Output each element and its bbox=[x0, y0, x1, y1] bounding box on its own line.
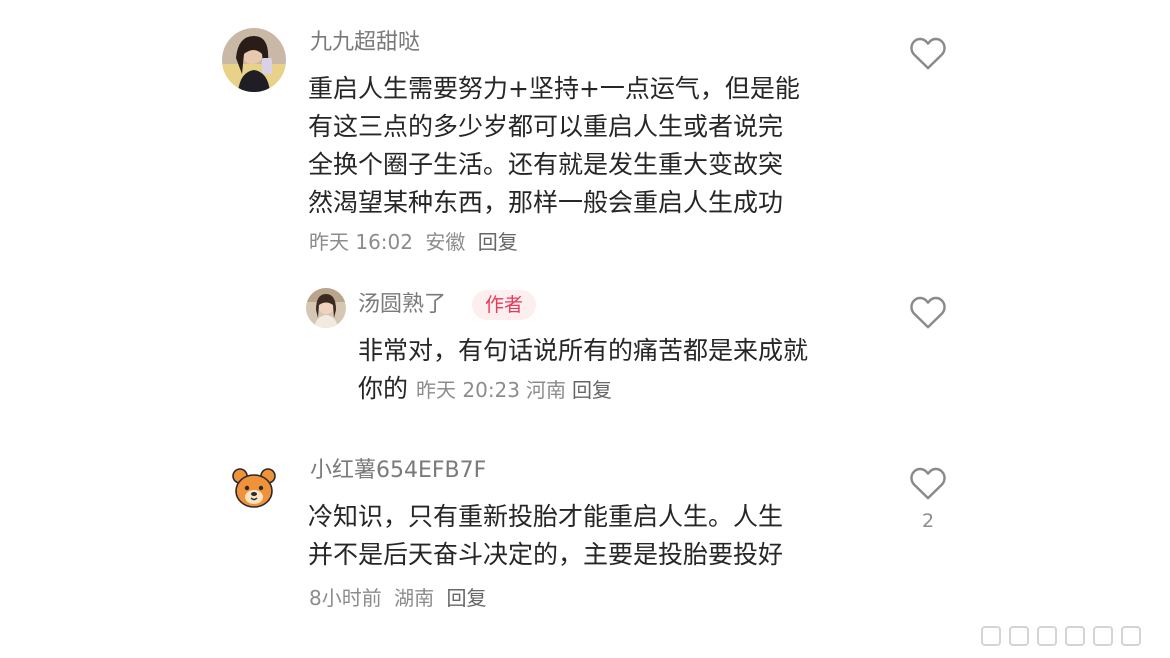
comment-text: 冷知识，只有重新投胎才能重启人生。人生 并不是后天奋斗决定的，主要是投胎要投好 bbox=[308, 498, 783, 574]
reply-button[interactable]: 回复 bbox=[446, 586, 486, 610]
comment-text-line: 非常对，有句话说所有的痛苦都是来成就 bbox=[358, 336, 809, 365]
comment-location: 湖南 bbox=[394, 586, 435, 610]
comment-text-tail: 你的 bbox=[358, 374, 409, 403]
heart-outline-icon bbox=[910, 296, 946, 329]
reply-meta: 昨天 20:23 河南 回复 bbox=[416, 378, 618, 402]
comment-text-line: 重启人生需要努力+坚持+一点运气，但是能 bbox=[308, 74, 800, 103]
weibo-watermark-icon bbox=[981, 626, 1141, 646]
watermark-logo bbox=[980, 624, 1156, 648]
comment-text-line: 有这三点的多少岁都可以重启人生或者说完 bbox=[308, 112, 784, 141]
author-badge: 作者 bbox=[472, 290, 537, 320]
comment-item: 小红薯654EFB7F 冷知识，只有重新投胎才能重启人生。人生 并不是后天奋斗决… bbox=[0, 440, 1170, 620]
comment-text-line: 你的 昨天 20:23 河南 回复 bbox=[358, 370, 808, 409]
comment-username[interactable]: 九九超甜哒 bbox=[310, 28, 420, 58]
comment-text-line: 并不是后天奋斗决定的，主要是投胎要投好 bbox=[308, 540, 784, 569]
reply-text: 非常对，有句话说所有的痛苦都是来成就 你的 昨天 20:23 河南 回复 bbox=[358, 332, 808, 409]
reply-username[interactable]: 汤圆熟了 bbox=[358, 290, 446, 320]
comment-time: 8小时前 bbox=[309, 586, 382, 610]
like-button[interactable] bbox=[909, 467, 947, 501]
avatar[interactable] bbox=[222, 456, 286, 520]
comment-meta: 昨天 16:02 安徽 回复 bbox=[309, 228, 524, 256]
reply-item: 汤圆熟了 作者 非常对，有句话说所有的痛苦都是来成就 你的 昨天 20:23 河南回… bbox=[0, 280, 1170, 410]
like-button[interactable] bbox=[909, 37, 947, 71]
like-count: 2 bbox=[921, 510, 935, 532]
heart-outline-icon bbox=[910, 37, 946, 70]
bear-avatar-icon bbox=[222, 456, 286, 520]
comment-time: 昨天 20:23 bbox=[416, 378, 521, 402]
avatar[interactable] bbox=[306, 288, 346, 328]
comment-text-line: 全换个圈子生活。还有就是发生重大变故突 bbox=[308, 150, 784, 179]
comment-text: 重启人生需要努力+坚持+一点运气，但是能 有这三点的多少岁都可以重启人生或者说完… bbox=[308, 70, 800, 222]
comments-page: 九九超甜哒 重启人生需要努力+坚持+一点运气，但是能 有这三点的多少岁都可以重启… bbox=[0, 0, 1170, 658]
reply-button[interactable]: 回复 bbox=[478, 230, 518, 254]
comment-username[interactable]: 小红薯654EFB7F bbox=[310, 456, 486, 486]
comment-location: 安徽 bbox=[425, 230, 466, 254]
comment-location: 河南 bbox=[526, 378, 567, 402]
avatar[interactable] bbox=[222, 28, 286, 92]
comment-time: 昨天 16:02 bbox=[309, 230, 413, 254]
heart-outline-icon bbox=[910, 467, 946, 500]
comment-text-line: 然渴望某种东西，那样一般会重启人生成功 bbox=[308, 188, 784, 217]
like-button[interactable] bbox=[909, 296, 947, 330]
comment-meta: 8小时前 湖南 回复 bbox=[309, 584, 492, 612]
comment-item: 九九超甜哒 重启人生需要努力+坚持+一点运气，但是能 有这三点的多少岁都可以重启… bbox=[0, 0, 1170, 260]
reply-button[interactable]: 回复 bbox=[572, 378, 612, 402]
comment-text-line: 冷知识，只有重新投胎才能重启人生。人生 bbox=[308, 502, 784, 531]
